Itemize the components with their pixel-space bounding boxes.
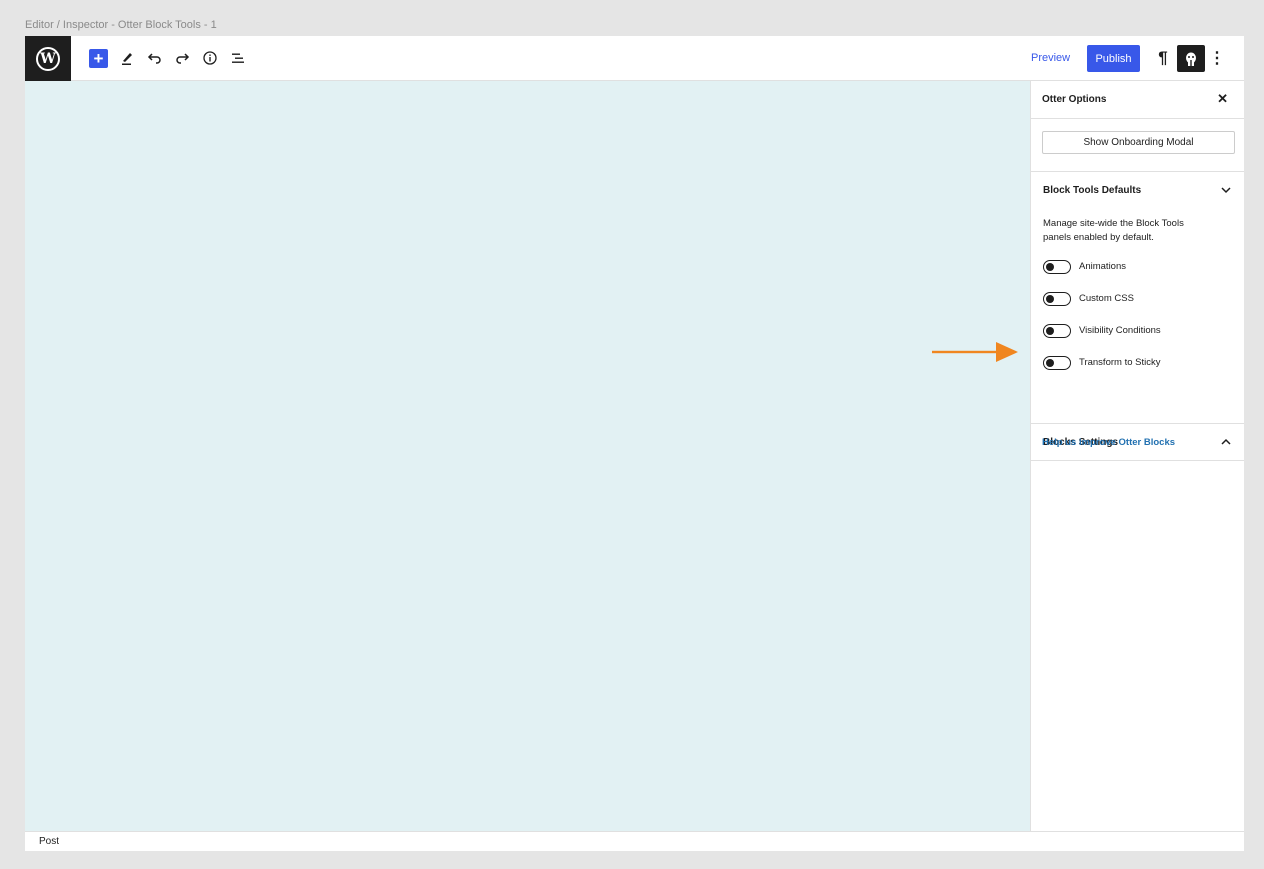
chevron-down-icon: [1221, 187, 1231, 194]
custom-css-toggle[interactable]: [1043, 292, 1071, 306]
add-block-button[interactable]: +: [89, 49, 108, 68]
toggle-row-visibility-conditions: Visibility Conditions: [1043, 324, 1232, 356]
otter-options-sidebar: Otter Options ✕ Show Onboarding Modal Bl…: [1030, 81, 1244, 831]
transform-to-sticky-toggle[interactable]: [1043, 356, 1071, 370]
block-tools-defaults-toggle[interactable]: Block Tools Defaults: [1031, 172, 1244, 208]
wordpress-logo-icon: W: [36, 46, 60, 71]
help-improve-link[interactable]: Help us improve Otter Blocks: [1042, 437, 1175, 448]
paragraph-icon[interactable]: ¶: [1155, 47, 1171, 69]
sidebar-title: Otter Options: [1042, 94, 1107, 105]
toggle-row-custom-css: Custom CSS: [1043, 292, 1232, 324]
toggle-knob: [1046, 295, 1054, 303]
toggle-knob: [1046, 327, 1054, 335]
publish-button[interactable]: Publish: [1087, 45, 1140, 72]
sidebar-header: Otter Options ✕: [1031, 81, 1244, 119]
wordpress-logo-button[interactable]: W: [25, 36, 71, 81]
breadcrumb[interactable]: Post: [39, 836, 59, 847]
block-tools-defaults-panel: Manage site-wide the Block Tools panels …: [1031, 208, 1244, 424]
visibility-conditions-toggle[interactable]: [1043, 324, 1071, 338]
toggle-label: Animations: [1079, 261, 1126, 272]
block-editor: W + Preview Publish ¶ ⋮ Otter Options ✕ …: [25, 36, 1244, 851]
toggle-label: Visibility Conditions: [1079, 325, 1161, 336]
list-view-icon[interactable]: [228, 48, 248, 68]
frame-caption: Editor / Inspector - Otter Block Tools -…: [25, 19, 217, 31]
toggle-knob: [1046, 359, 1054, 367]
pencil-icon[interactable]: [117, 48, 137, 68]
preview-button[interactable]: Preview: [1031, 52, 1070, 64]
toggle-row-transform-to-sticky: Transform to Sticky: [1043, 356, 1232, 388]
annotation-arrow-icon: [932, 342, 1018, 362]
toggle-knob: [1046, 263, 1054, 271]
editor-top-toolbar: W + Preview Publish ¶ ⋮: [25, 36, 1244, 81]
toggle-row-animations: Animations: [1043, 260, 1232, 292]
otter-icon[interactable]: [1177, 45, 1205, 72]
redo-icon[interactable]: [172, 48, 192, 68]
onboarding-section: Show Onboarding Modal: [1031, 119, 1244, 172]
undo-icon[interactable]: [145, 48, 165, 68]
close-icon[interactable]: ✕: [1217, 91, 1228, 107]
panel-description: Manage site-wide the Block Tools panels …: [1043, 218, 1184, 243]
toggle-label: Custom CSS: [1079, 293, 1134, 304]
panel-title: Block Tools Defaults: [1043, 185, 1142, 196]
toggle-label: Transform to Sticky: [1079, 357, 1161, 368]
chevron-up-icon: [1221, 438, 1231, 445]
editor-canvas[interactable]: [25, 81, 1030, 831]
more-options-icon[interactable]: ⋮: [1209, 47, 1225, 69]
animations-toggle[interactable]: [1043, 260, 1071, 274]
editor-footer: Post: [25, 831, 1244, 851]
show-onboarding-modal-button[interactable]: Show Onboarding Modal: [1042, 131, 1235, 154]
info-icon[interactable]: [200, 48, 220, 68]
